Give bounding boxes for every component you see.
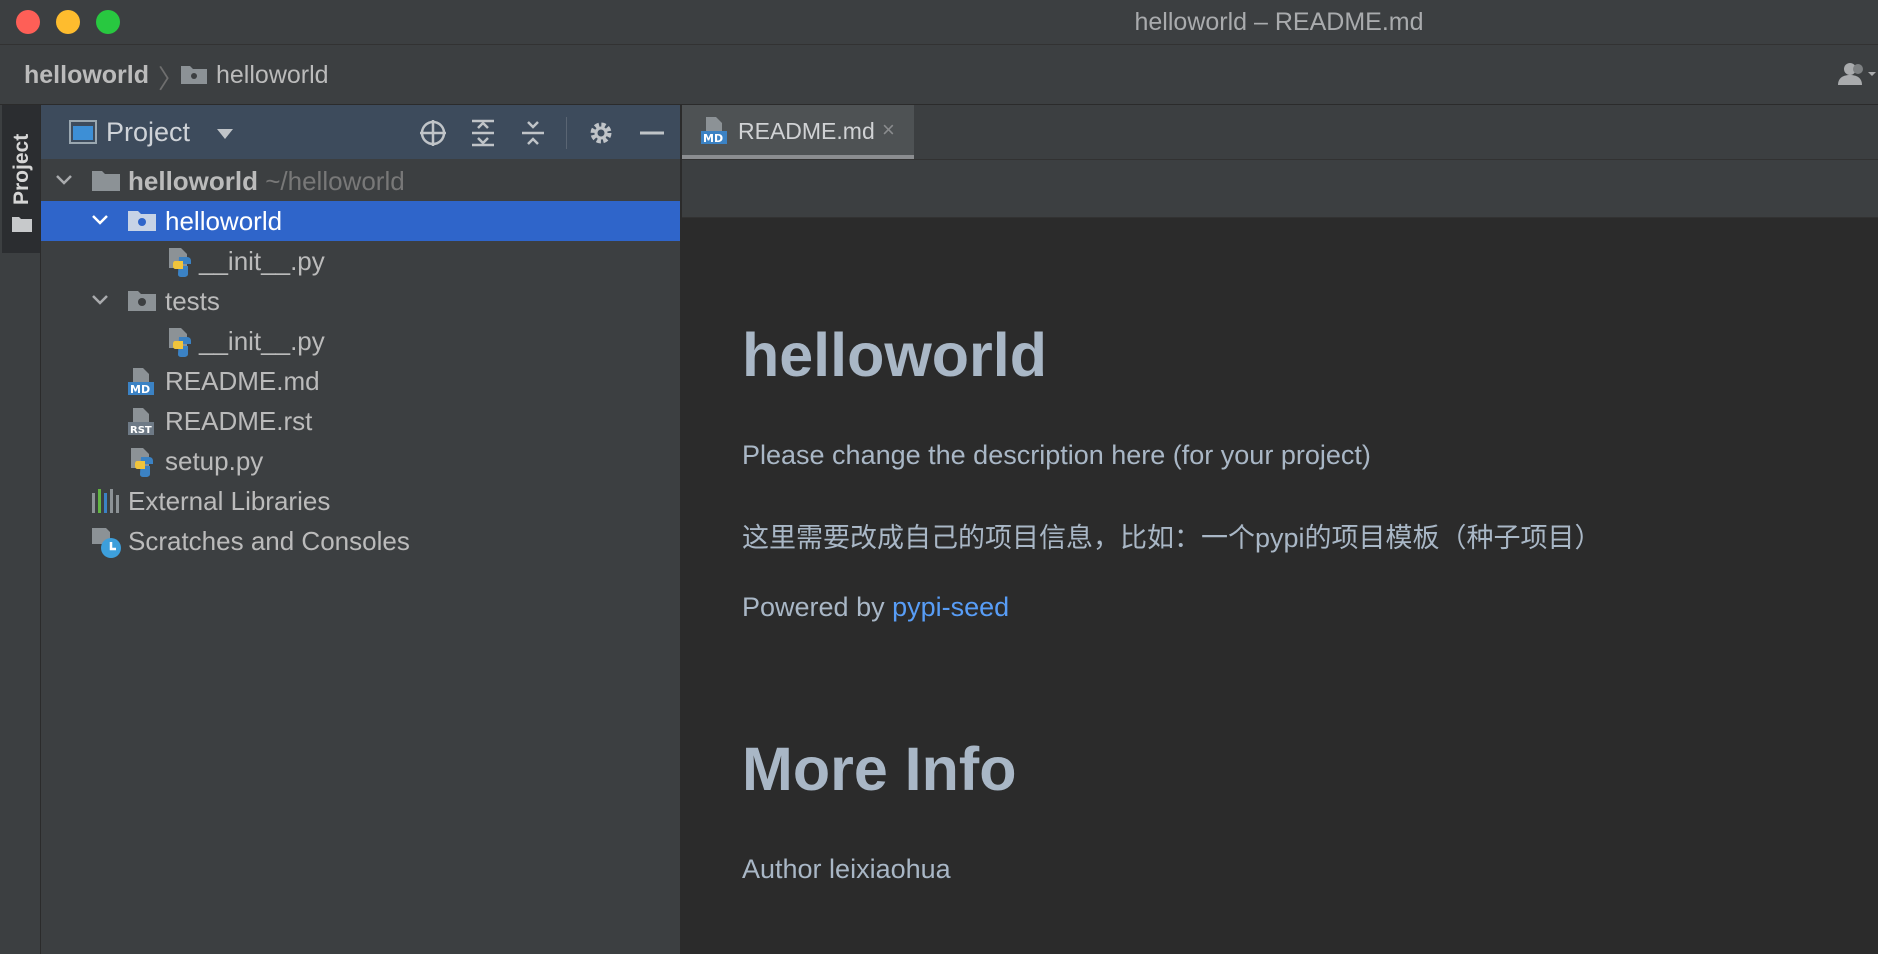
project-panel-title[interactable]: Project [106,117,190,148]
library-icon [91,487,121,520]
editor-tab-bar: MD README.md × [682,105,1878,160]
tree-item-label: helloworld ~/helloworld [128,166,405,197]
package-folder-icon [127,287,157,318]
project-view-icon [69,120,97,149]
tree-row[interactable]: helloworld ~/helloworld [41,161,680,201]
python-file-icon [167,327,195,362]
tree-row[interactable]: __init__.py [41,321,680,361]
gear-icon[interactable] [586,118,616,148]
tree-item-label: README.md [165,366,320,396]
preview-heading-1: helloworld [742,321,1047,389]
package-folder-icon [127,207,157,238]
tree-row[interactable]: __init__.py [41,241,680,281]
breadcrumb-child[interactable]: helloworld [216,61,329,90]
chevron-down-icon[interactable] [91,213,109,232]
project-panel-header: Project [41,105,680,159]
preview-powered-by: Powered by pypi-seed [742,592,1009,623]
markdown-file-icon: MD [127,367,157,402]
tree-row-selected[interactable]: helloworld [41,201,680,241]
scratches-icon [91,527,123,564]
tab-label: README.md [738,118,875,144]
tree-row[interactable]: tests [41,281,680,321]
tree-row[interactable]: Scratches and Consoles [41,521,680,561]
active-tab-indicator [682,155,914,159]
tree-row[interactable]: MD README.md [41,361,680,401]
python-file-icon [167,247,195,282]
tree-row[interactable]: External Libraries [41,481,680,521]
locate-icon[interactable] [418,118,448,148]
folder-icon [11,215,33,238]
tree-item-label: __init__.py [199,326,325,356]
project-root-label: helloworld [128,166,258,196]
preview-description-cn: 这里需要改成自己的项目信息，比如：一个pypi的项目模板（种子项目） [742,523,1602,553]
tree-item-label: README.rst [165,406,313,436]
folder-icon [180,63,208,90]
project-tool-tab[interactable]: Project [2,105,40,253]
window-titlebar: helloworld – README.md [0,0,1878,45]
tree-item-label: External Libraries [128,486,331,516]
powered-by-prefix: Powered by [742,592,885,622]
project-root-path: ~/helloworld [265,166,405,196]
tree-row[interactable]: setup.py [41,441,680,481]
tree-row[interactable]: RST README.rst [41,401,680,441]
project-panel: Project helloworld ~/helloworld hellowor… [41,105,682,954]
user-icon[interactable] [1836,61,1876,92]
chevron-down-icon[interactable] [55,173,73,192]
tree-item-label: __init__.py [199,246,325,276]
breadcrumb: helloworld 〉 helloworld [0,45,1878,105]
tree-item-label: Scratches and Consoles [128,526,410,556]
editor-toolbar [682,160,1878,218]
preview-description: Please change the description here (for … [742,440,1371,470]
window-title: helloworld – README.md [1134,8,1424,36]
folder-icon [91,167,121,198]
chevron-down-icon[interactable] [91,293,109,312]
tree-item-label: tests [165,286,220,316]
tree-item-label: helloworld [165,206,283,236]
tab-readme-md[interactable]: MD README.md × [682,105,914,159]
pypi-seed-link[interactable]: pypi-seed [892,592,1009,622]
svg-text:MD: MD [703,132,723,145]
preview-heading-2: More Info [742,735,1017,803]
breadcrumb-root[interactable]: helloworld [24,61,149,90]
tool-window-strip: Project [0,105,41,954]
close-icon[interactable]: × [882,117,895,143]
python-file-icon [129,447,157,482]
collapse-all-icon[interactable] [518,118,548,148]
markdown-file-icon: MD [700,116,730,151]
svg-text:RST: RST [130,425,152,436]
expand-all-icon[interactable] [468,118,498,148]
markdown-preview: helloworld Please change the description… [682,218,1878,954]
tree-item-label: setup.py [165,446,264,476]
project-tool-tab-label: Project [10,133,33,205]
preview-author: Author leixiaohua [742,854,951,884]
minimize-panel-icon[interactable] [637,118,667,148]
chevron-down-icon[interactable] [216,127,234,145]
rst-file-icon: RST [127,407,157,442]
svg-text:MD: MD [130,383,150,396]
header-divider [566,117,567,149]
